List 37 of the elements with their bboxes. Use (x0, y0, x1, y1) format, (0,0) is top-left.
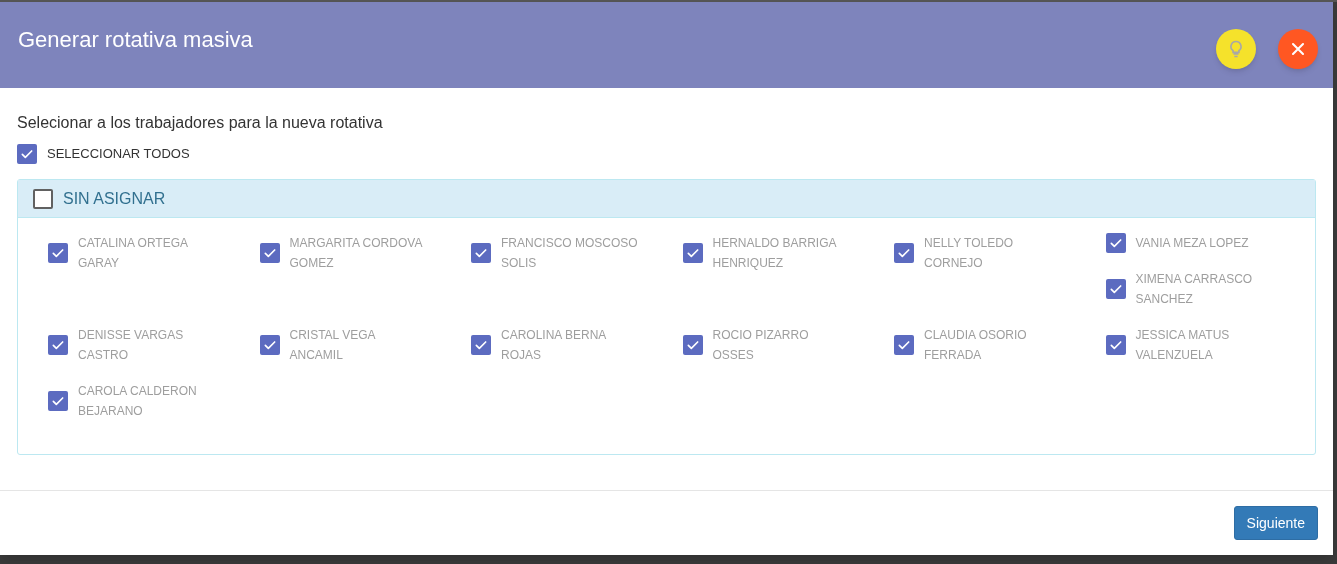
worker-checkbox[interactable] (259, 243, 280, 263)
worker-name: CRISTAL VEGA ANCAMIL (289, 327, 377, 364)
worker-name: MARGARITA CORDOVA GOMEZ (289, 235, 424, 272)
worker-checkbox[interactable] (682, 335, 703, 355)
worker-checkbox[interactable] (1105, 335, 1126, 355)
worker-name: CLAUDIA OSORIO FERRADA (924, 327, 1028, 364)
worker-checkbox[interactable] (894, 243, 914, 263)
worker-name: CATALINA ORTEGA GARAY (78, 235, 189, 272)
worker-name: JESSICA MATUS VALENZUELA (1135, 327, 1231, 364)
worker-checkbox[interactable] (471, 335, 491, 355)
next-button[interactable]: Siguiente (1233, 506, 1318, 540)
close-button[interactable] (1278, 29, 1318, 69)
worker-name: XIMENA CARRASCO SANCHEZ (1135, 271, 1254, 308)
worker-checkbox[interactable] (1105, 233, 1126, 253)
worker-name: VANIA MEZA LOPEZ (1135, 235, 1249, 252)
worker-checkbox[interactable] (48, 243, 68, 263)
worker-name: NELLY TOLEDO CORNEJO (924, 235, 1015, 272)
worker-name: ROCIO PIZARRO OSSES (712, 327, 810, 364)
worker-name: CAROLA CALDERON BEJARANO (78, 383, 198, 420)
worker-checkbox[interactable] (48, 391, 68, 411)
worker-checkbox[interactable] (894, 335, 914, 355)
worker-name: DENISSE VARGAS CASTRO (78, 327, 185, 364)
worker-name: CAROLINA BERNA ROJAS (501, 327, 607, 364)
worker-name: HERNALDO BARRIGA HENRIQUEZ (712, 235, 838, 272)
select-all-label: SELECCIONAR TODOS (47, 145, 190, 164)
select-all-checkbox[interactable] (17, 144, 37, 164)
worker-checkbox[interactable] (471, 243, 491, 263)
worker-checkbox[interactable] (259, 335, 280, 355)
worker-checkbox[interactable] (682, 243, 703, 263)
group-checkbox[interactable] (33, 188, 53, 209)
worker-checkbox[interactable] (48, 335, 68, 355)
group-label: SIN ASIGNAR (63, 188, 166, 209)
worker-name: FRANCISCO MOSCOSO SOLIS (501, 235, 639, 272)
worker-checkbox[interactable] (1105, 279, 1126, 299)
instruction-text: Selecionar a los trabajadores para la nueva rotativa (17, 113, 384, 133)
lightbulb-button[interactable] (1216, 29, 1256, 69)
dialog-title: Generar rotativa masiva (18, 26, 253, 54)
